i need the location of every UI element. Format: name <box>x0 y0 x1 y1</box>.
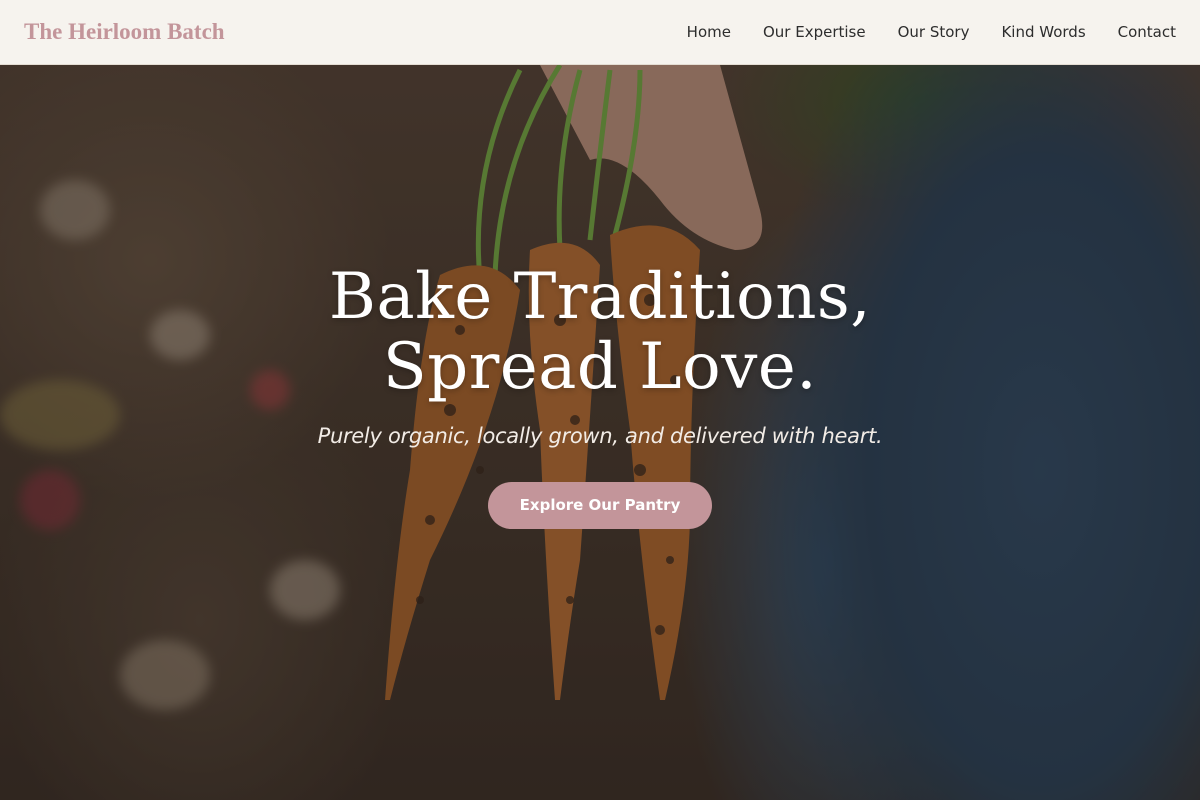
nav-link-our-story[interactable]: Our Story <box>898 23 970 41</box>
nav-link-our-expertise[interactable]: Our Expertise <box>763 23 866 41</box>
hero-headline-line2: Spread Love. <box>382 330 818 404</box>
brand-logo[interactable]: The Heirloom Batch <box>24 19 225 45</box>
hero-section: Bake Traditions, Spread Love. Purely org… <box>0 262 1200 529</box>
site-header: The Heirloom Batch Home Our Expertise Ou… <box>0 0 1200 65</box>
hero-headline-line1: Bake Traditions, <box>328 260 872 334</box>
hero-tagline: Purely organic, locally grown, and deliv… <box>317 424 883 448</box>
nav-link-contact[interactable]: Contact <box>1118 23 1176 41</box>
explore-pantry-button[interactable]: Explore Our Pantry <box>487 482 713 529</box>
hero-headline: Bake Traditions, Spread Love. <box>0 262 1200 402</box>
nav-link-kind-words[interactable]: Kind Words <box>1001 23 1085 41</box>
main-nav: Home Our Expertise Our Story Kind Words … <box>687 23 1176 41</box>
nav-link-home[interactable]: Home <box>687 23 731 41</box>
